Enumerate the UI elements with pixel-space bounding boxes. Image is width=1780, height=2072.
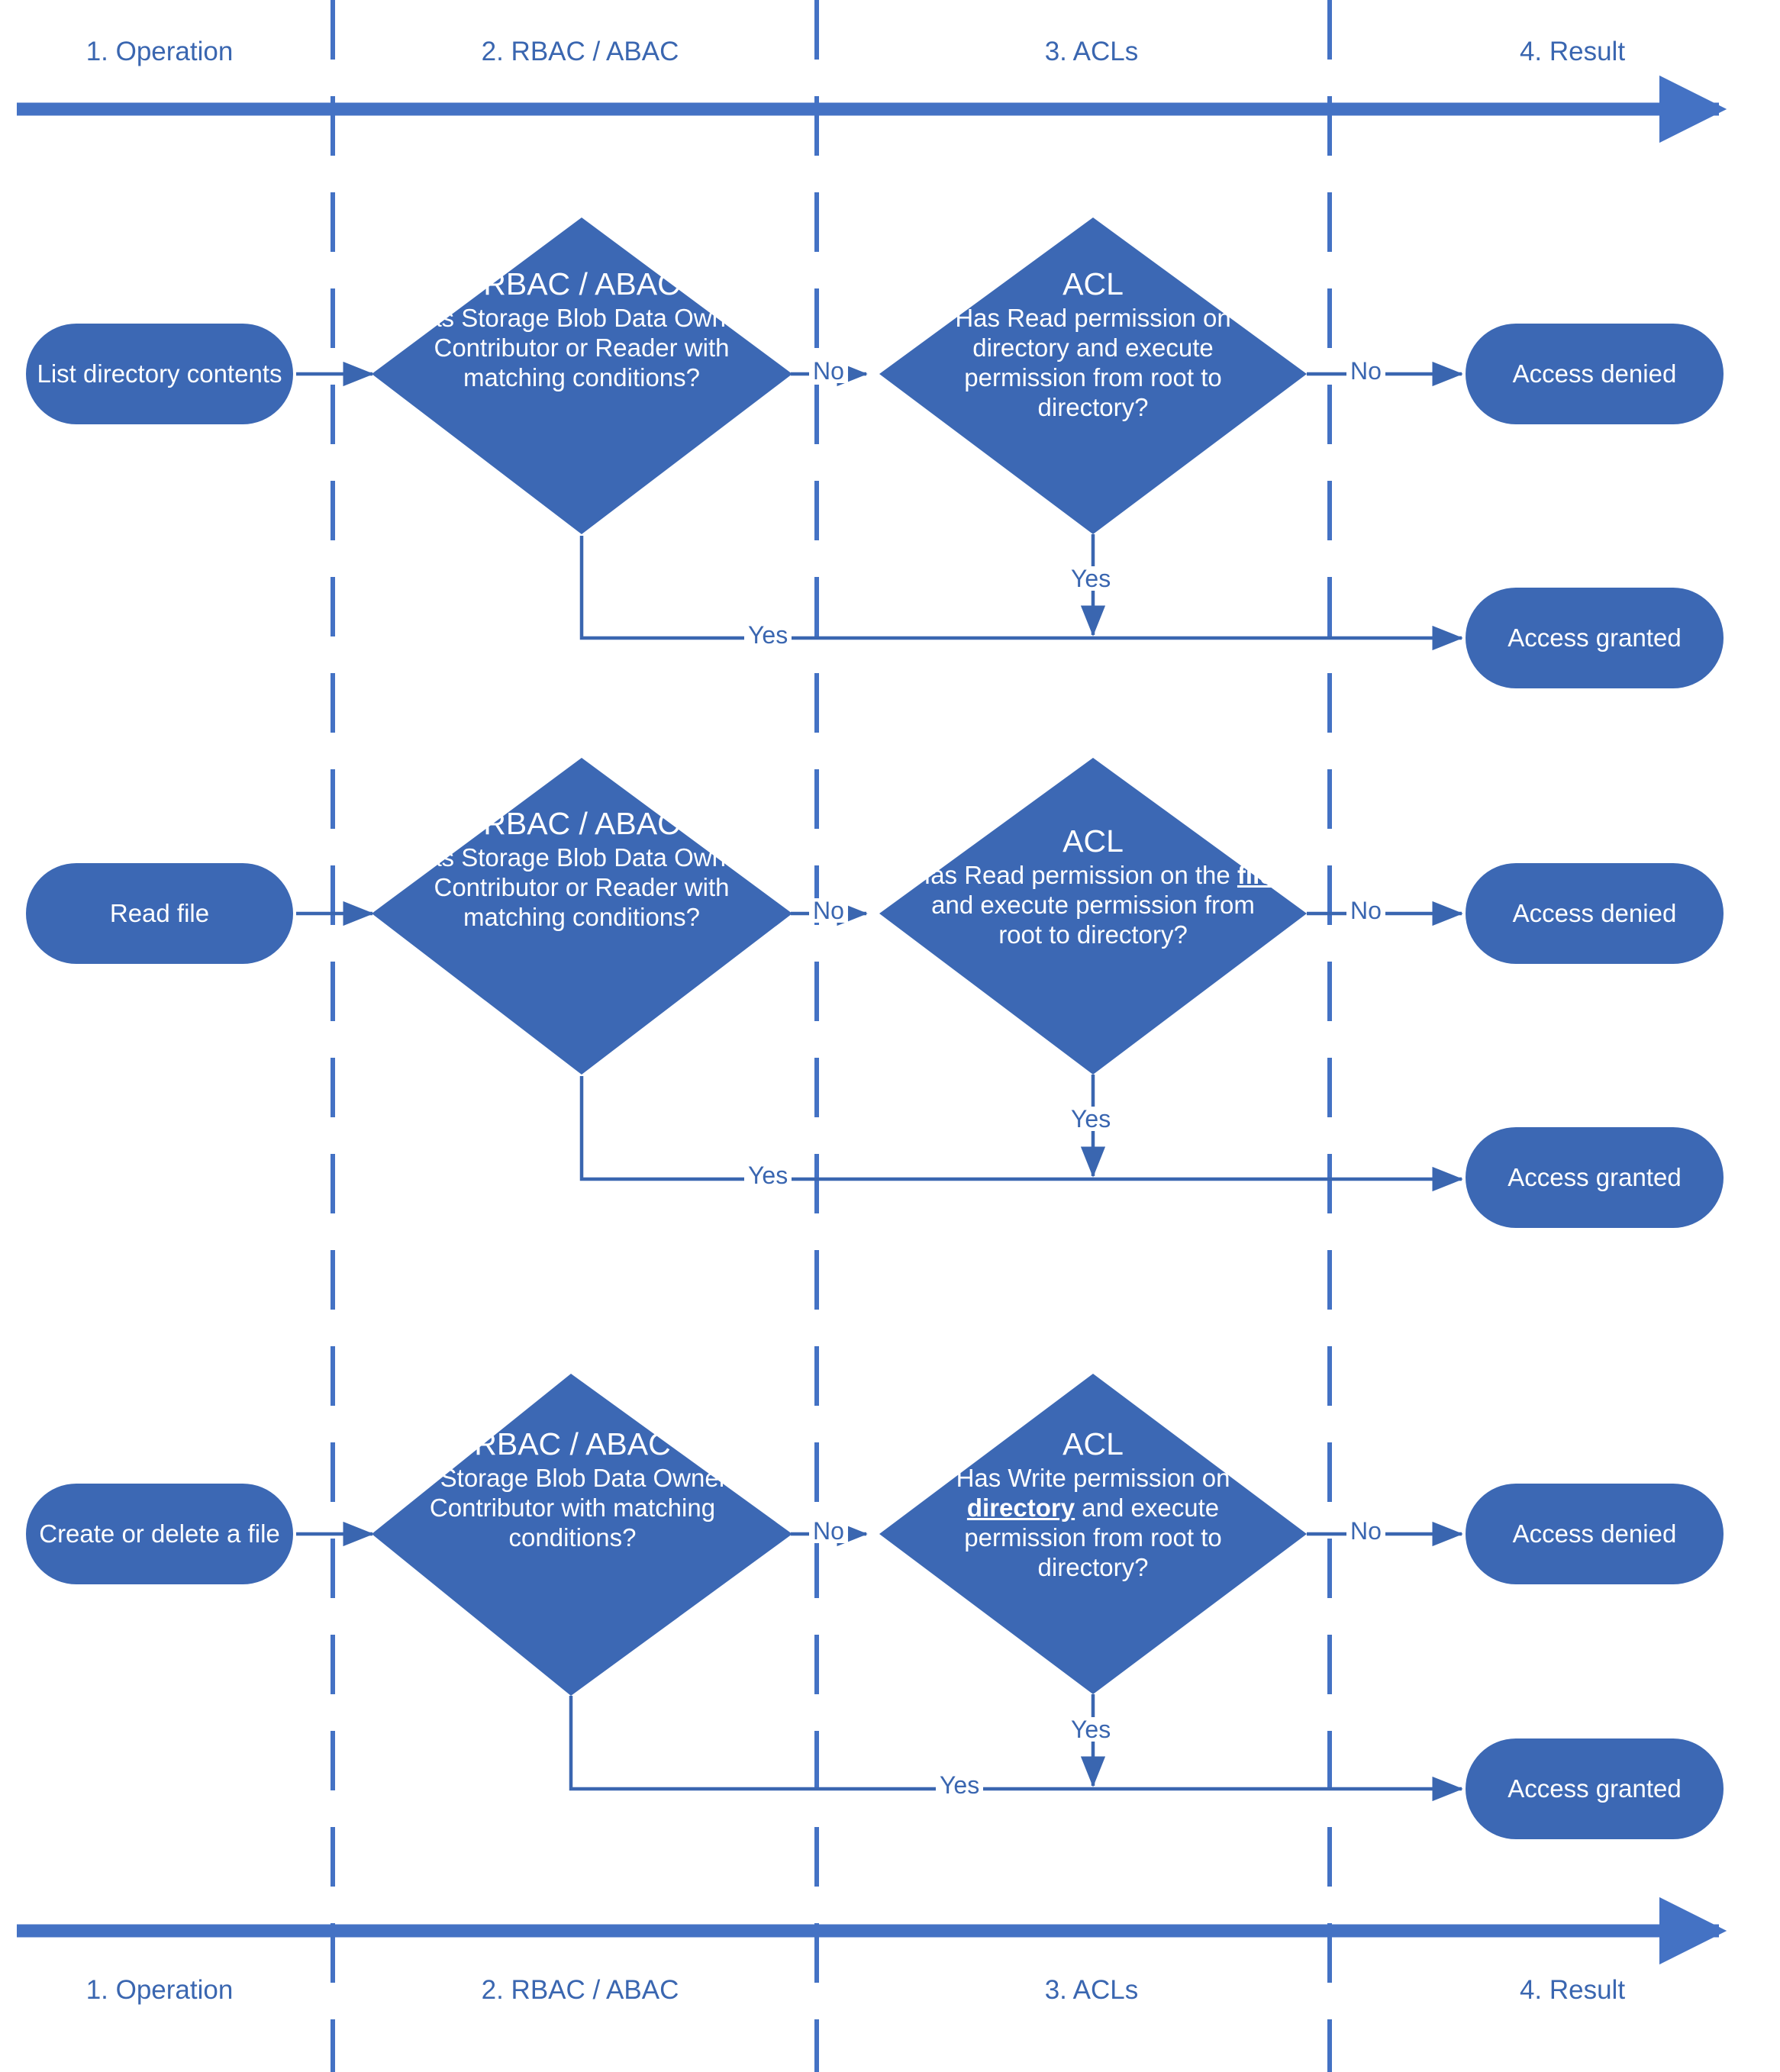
edge-label-acl-no-2: No: [1346, 898, 1385, 923]
result-granted-pill-shape-2: [1466, 1127, 1724, 1228]
lane-footer-2: 2. RBAC / ABAC: [481, 1975, 679, 2005]
edge-label-acl-yes-2: Yes: [1067, 1107, 1115, 1131]
lane-footer-1: 1. Operation: [85, 1975, 234, 2005]
rbac-diamond-shape-2: [372, 758, 792, 1075]
node-shapes-row-3: [26, 1374, 1724, 1839]
node-shapes-row-1: [26, 218, 1724, 688]
edge-label-rbac-yes-2: Yes: [744, 1163, 792, 1187]
flowchart-canvas: 1. Operation 2. RBAC / ABAC 3. ACLs 4. R…: [0, 0, 1780, 2072]
result-granted-pill-shape-1: [1466, 588, 1724, 688]
node-shapes-row-2: [26, 758, 1724, 1228]
edge-label-rbac-yes-1: Yes: [744, 623, 792, 647]
edge-label-acl-yes-1: Yes: [1067, 566, 1115, 591]
result-denied-pill-shape-1: [1466, 324, 1724, 424]
edge-label-acl-yes-3: Yes: [1067, 1717, 1115, 1742]
lane-header-3: 3. ACLs: [1044, 37, 1139, 66]
flowchart-vector-layer: [17, 0, 1727, 2072]
operation-pill-shape-3: [26, 1484, 293, 1584]
edge-label-rbac-yes-3: Yes: [936, 1773, 984, 1797]
edge-label-acl-no-3: No: [1346, 1519, 1385, 1543]
acl-diamond-shape-1: [879, 218, 1307, 534]
edge-label-acl-no-1: No: [1346, 359, 1385, 383]
lane-header-1: 1. Operation: [85, 37, 234, 66]
acl-diamond-shape-2: [879, 758, 1307, 1075]
lane-header-4: 4. Result: [1519, 37, 1626, 66]
result-denied-pill-shape-3: [1466, 1484, 1724, 1584]
edge-label-rbac-no-1: No: [809, 359, 848, 383]
acl-diamond-shape-3: [879, 1374, 1307, 1694]
lane-footer-3: 3. ACLs: [1044, 1975, 1139, 2005]
rbac-diamond-shape-3: [372, 1374, 792, 1696]
operation-pill-shape-1: [26, 324, 293, 424]
result-granted-pill-shape-3: [1466, 1738, 1724, 1839]
lane-footer-4: 4. Result: [1519, 1975, 1626, 2005]
edge-label-rbac-no-3: No: [809, 1519, 848, 1543]
lane-header-2: 2. RBAC / ABAC: [481, 37, 679, 66]
rbac-diamond-shape-1: [372, 218, 792, 534]
result-denied-pill-shape-2: [1466, 863, 1724, 964]
edge-label-rbac-no-2: No: [809, 898, 848, 923]
operation-pill-shape-2: [26, 863, 293, 964]
